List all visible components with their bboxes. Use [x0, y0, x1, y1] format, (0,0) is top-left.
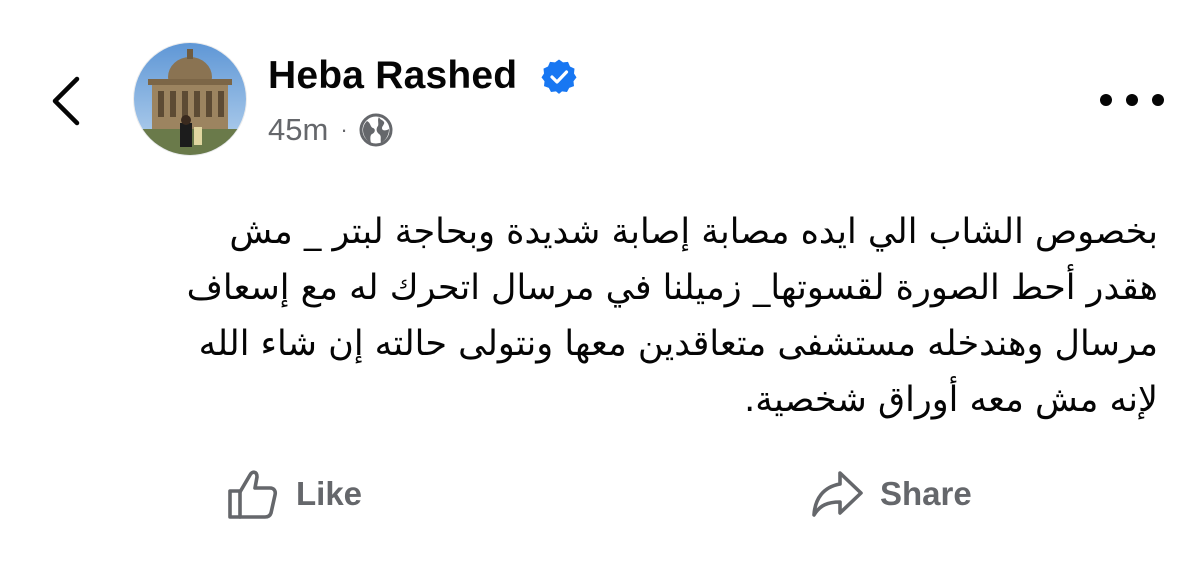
share-arrow-icon — [812, 471, 863, 517]
back-button[interactable] — [38, 66, 94, 136]
post-text-line: هقدر أحط الصورة لقسوتها_ زميلنا في مرسال… — [186, 268, 1158, 308]
author-name[interactable]: Heba Rashed — [268, 54, 517, 98]
post-text: بخصوص الشاب الي ايده مصابة إصابة شديدة و… — [78, 204, 1158, 428]
thumbs-up-icon — [228, 470, 278, 519]
post-text-line: بخصوص الشاب الي ايده مصابة إصابة شديدة و… — [229, 212, 1158, 252]
like-button[interactable]: Like — [226, 466, 362, 522]
chevron-left-icon — [52, 76, 80, 126]
share-button[interactable]: Share — [810, 466, 972, 522]
more-horizontal-icon — [1100, 94, 1112, 106]
post-text-line: لإنه مش معه أوراق شخصية. — [744, 380, 1158, 420]
globe-icon[interactable] — [358, 112, 394, 148]
meta-separator: · — [340, 117, 348, 142]
post-meta: 45m · — [268, 108, 394, 152]
post-text-line: مرسال وهندخله مستشفى متعاقدين معها ونتول… — [198, 324, 1158, 364]
timestamp[interactable]: 45m — [268, 112, 328, 148]
share-label: Share — [880, 475, 972, 512]
avatar-image — [134, 43, 246, 155]
like-label: Like — [296, 475, 363, 512]
verified-badge-icon — [541, 59, 577, 94]
avatar[interactable] — [134, 43, 246, 155]
more-dot — [1152, 94, 1164, 106]
more-dot — [1126, 94, 1138, 106]
more-options-button[interactable] — [1100, 82, 1164, 118]
